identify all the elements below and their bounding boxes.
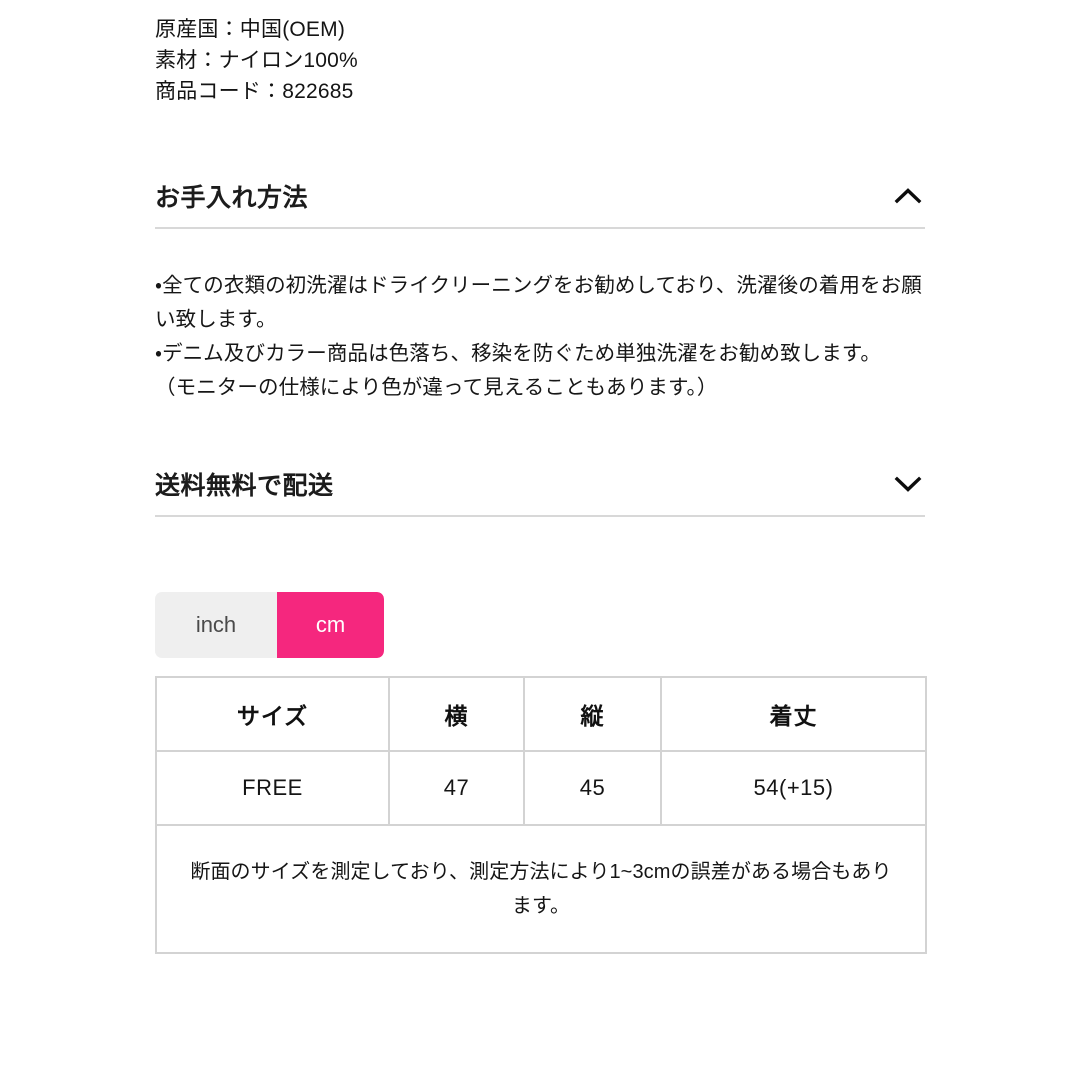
care-line-1: ・全ての衣類の初洗濯はドライクリーニングをお勧めしており、洗濯後の着用をお願い致… xyxy=(155,274,922,331)
cell-length: 54(+15) xyxy=(660,750,927,826)
size-table: サイズ 横 縦 着丈 FREE 47 45 54(+15) 断面のサイズを測定し… xyxy=(155,676,927,954)
table-row: FREE 47 45 54(+15) xyxy=(155,750,927,826)
accordion-body-care-method: ・全ての衣類の初洗濯はドライクリーニングをお勧めしており、洗濯後の着用をお願い致… xyxy=(155,269,925,405)
cell-width: 47 xyxy=(388,750,525,826)
size-table-note: 断面のサイズを測定しており、測定方法により1~3cmの誤差がある場合もあります。 xyxy=(155,824,927,954)
accordion-header-care-method[interactable]: お手入れ方法 xyxy=(155,165,925,227)
size-table-head: サイズ 横 縦 着丈 xyxy=(155,676,927,752)
care-line-2: ・デニム及びカラー商品は色落ち、移染を防ぐため単独洗濯をお勧め致します。 xyxy=(155,342,882,365)
divider-free-shipping xyxy=(155,515,925,517)
unit-toggle-group[interactable]: inch cm xyxy=(155,592,384,658)
content-column: 原産国：中国(OEM) 素材：ナイロン100% 商品コード：822685 お手入… xyxy=(155,0,927,954)
accordion-free-shipping: 送料無料で配送 xyxy=(155,453,925,517)
accordion-title-care-method: お手入れ方法 xyxy=(155,184,309,212)
meta-origin: 原産国：中国(OEM) xyxy=(155,18,346,41)
divider-care-method xyxy=(155,227,925,229)
table-header-row: サイズ 横 縦 着丈 xyxy=(155,676,927,752)
table-note-row: 断面のサイズを測定しており、測定方法により1~3cmの誤差がある場合もあります。 xyxy=(155,824,927,954)
product-detail-page: 原産国：中国(OEM) 素材：ナイロン100% 商品コード：822685 お手入… xyxy=(0,0,1080,1080)
accordion-header-free-shipping[interactable]: 送料無料で配送 xyxy=(155,453,925,515)
table-header-size: サイズ xyxy=(155,676,390,752)
unit-toggle-cm[interactable]: cm xyxy=(277,592,384,658)
size-table-body: FREE 47 45 54(+15) 断面のサイズを測定しており、測定方法により… xyxy=(155,750,927,954)
chevron-up-icon[interactable] xyxy=(891,179,925,213)
table-header-width: 横 xyxy=(388,676,525,752)
product-meta-block: 原産国：中国(OEM) 素材：ナイロン100% 商品コード：822685 xyxy=(155,0,925,107)
accordion-title-free-shipping: 送料無料で配送 xyxy=(155,472,334,500)
cell-height: 45 xyxy=(523,750,662,826)
table-header-length: 着丈 xyxy=(660,676,927,752)
meta-product-code: 商品コード：822685 xyxy=(155,80,354,103)
unit-toggle-inch[interactable]: inch xyxy=(155,592,277,658)
accordion-care-method: お手入れ方法 ・全ての衣類の初洗濯はドライクリーニングをお勧めしており、洗濯後の… xyxy=(155,165,925,405)
meta-material: 素材：ナイロン100% xyxy=(155,49,358,72)
chevron-down-icon[interactable] xyxy=(891,467,925,501)
cell-size: FREE xyxy=(155,750,390,826)
care-line-3: （モニターの仕様により色が違って見えることもあります。） xyxy=(155,376,718,399)
table-header-height: 縦 xyxy=(523,676,662,752)
